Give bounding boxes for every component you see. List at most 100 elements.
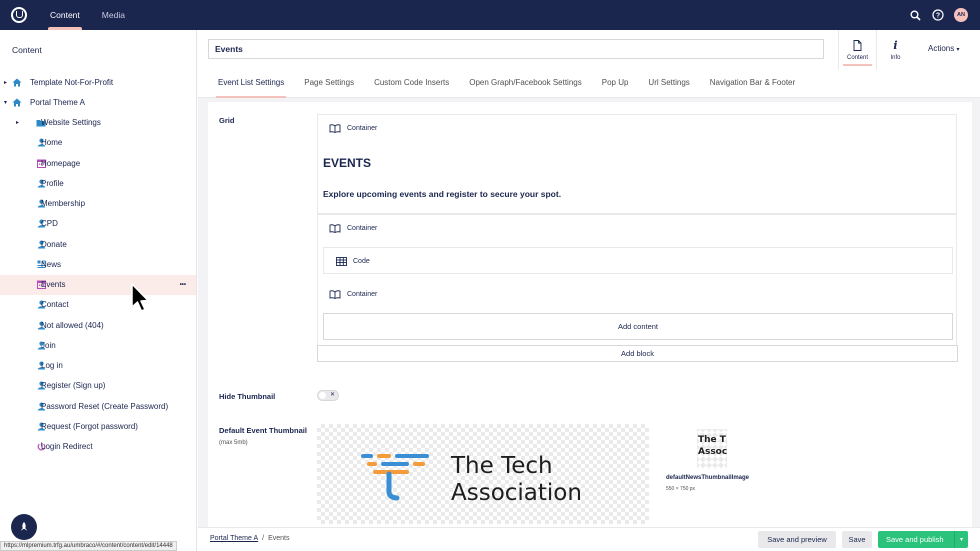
tree-item-label: Register (Sign up) xyxy=(41,381,106,391)
hide-thumbnail-toggle[interactable] xyxy=(317,390,339,401)
events-heading: EVENTS xyxy=(323,156,372,170)
thumbnail-file-size: 550 × 750 px xyxy=(666,486,696,492)
actions-label: Actions xyxy=(928,44,955,53)
topnav-media[interactable]: Media xyxy=(91,0,136,30)
tree-item-label: CPD xyxy=(41,219,58,229)
tree-item-template-not-for-profit[interactable]: ▸ Template Not-For-Profit xyxy=(0,72,196,92)
tab-navigation-bar-footer[interactable]: Navigation Bar & Footer xyxy=(700,72,805,98)
info-icon: i xyxy=(893,38,898,52)
umbraco-logo-icon[interactable] xyxy=(11,7,27,23)
small-logo-line1: The T xyxy=(698,435,726,445)
tab-page-settings[interactable]: Page Settings xyxy=(294,72,364,98)
user-avatar[interactable]: AN xyxy=(954,8,968,22)
content-apps: Content i Info xyxy=(838,30,914,70)
logo-text-line1: The Tech xyxy=(451,453,553,479)
tree-item-log-in[interactable]: Log in xyxy=(0,356,196,376)
book-icon xyxy=(329,224,341,233)
breadcrumb-current: Events xyxy=(268,535,290,542)
tree-item-label: Contact xyxy=(41,300,69,310)
code-block[interactable]: Code xyxy=(323,247,953,274)
add-content-button[interactable]: Add content xyxy=(323,313,953,340)
table-icon xyxy=(336,257,347,266)
document-icon xyxy=(853,39,862,51)
tree-item-home[interactable]: Home xyxy=(0,133,196,153)
container-label: Container xyxy=(347,225,378,232)
container-label: Container xyxy=(347,291,378,298)
tree-item-label: Request (Forgot password) xyxy=(41,421,138,431)
tab-url-settings[interactable]: Url Settings xyxy=(638,72,699,98)
svg-text:?: ? xyxy=(936,13,940,20)
tree-item-membership[interactable]: Membership xyxy=(0,194,196,214)
app-info-label: Info xyxy=(890,54,901,61)
hide-thumbnail-label: Hide Thumbnail xyxy=(219,392,276,401)
tree-item-events[interactable]: Events ••• xyxy=(0,274,196,295)
tab-event-list-settings[interactable]: Event List Settings xyxy=(208,72,294,98)
tree-item-label: Template Not-For-Profit xyxy=(30,77,114,87)
app-content[interactable]: Content xyxy=(838,30,876,70)
topnav-content[interactable]: Content xyxy=(39,0,91,30)
tree-item-label: Donate xyxy=(41,239,67,249)
tree-item-label: Login Redirect xyxy=(41,442,93,451)
tree-item-label: Website Settings xyxy=(41,118,101,127)
editor-main: Events Content i Info Actions ▾ Event Li… xyxy=(198,30,980,551)
save-button[interactable]: Save xyxy=(842,531,872,548)
node-name-input[interactable]: Events xyxy=(208,39,824,59)
add-block-button[interactable]: Add block xyxy=(317,345,958,362)
tree-item-password-reset-create-password[interactable]: Password Reset (Create Password) xyxy=(0,396,196,416)
more-options-icon[interactable]: ••• xyxy=(180,282,186,288)
mouse-cursor-icon xyxy=(131,283,149,312)
code-label: Code xyxy=(353,258,370,265)
tree-item-label: Profile xyxy=(41,178,64,188)
content-tree-sidebar: Content ▸ Template Not-For-Profit ▾ Portal … xyxy=(0,30,197,551)
tree-item-label: Homepage xyxy=(41,158,81,168)
tree-item-label: Portal Theme A xyxy=(30,97,85,107)
tree-item-not-allowed-404[interactable]: Not allowed (404) xyxy=(0,315,196,335)
tree-item-label: Password Reset (Create Password) xyxy=(41,401,169,411)
tree-item-label: News xyxy=(41,259,62,269)
tree-item-donate[interactable]: Donate xyxy=(0,234,196,254)
small-logo-line2: Assoc xyxy=(698,447,727,457)
tree-item-profile[interactable]: Profile xyxy=(0,173,196,193)
thumbnail-small-image[interactable]: The T Assoc xyxy=(697,429,727,469)
app-info[interactable]: i Info xyxy=(876,30,914,70)
grid-container-block[interactable]: Container EVENTS Explore upcoming events… xyxy=(317,114,957,214)
tree-item-request-forgot-password[interactable]: Request (Forgot password) xyxy=(0,416,196,436)
tab-pop-up[interactable]: Pop Up xyxy=(592,72,639,98)
tree-item-portal-theme-a[interactable]: ▾ Portal Theme A xyxy=(0,92,196,112)
caret-right-icon[interactable]: ▸ xyxy=(4,79,7,86)
tree-item-website-settings[interactable]: ▸ Website Settings xyxy=(0,113,196,133)
tree-item-news[interactable]: News xyxy=(0,254,196,274)
sidebar-title: Content xyxy=(12,45,42,55)
book-icon xyxy=(329,124,341,133)
grid-container-block-2[interactable]: Container xyxy=(329,224,377,233)
rocket-icon xyxy=(21,522,27,531)
tree-item-cpd[interactable]: CPD xyxy=(0,214,196,234)
save-and-publish-button[interactable]: Save and publish ▾ xyxy=(878,531,968,548)
caret-right-icon[interactable]: ▸ xyxy=(16,119,19,126)
tree-item-register-sign-up[interactable]: Register (Sign up) xyxy=(0,376,196,396)
help-drawer-button[interactable] xyxy=(11,514,37,540)
tree-item-label: Membership xyxy=(41,199,86,208)
tree-item-login-redirect[interactable]: Login Redirect xyxy=(0,437,196,457)
events-subtitle: Explore upcoming events and register to … xyxy=(323,189,562,199)
grid-container-block-3[interactable]: Container xyxy=(329,290,377,299)
caret-down-icon: ▾ xyxy=(956,47,960,53)
tree-item-join[interactable]: Join xyxy=(0,335,196,355)
save-and-preview-button[interactable]: Save and preview xyxy=(758,531,836,548)
grid-label: Grid xyxy=(219,116,235,125)
actions-menu-button[interactable]: Actions ▾ xyxy=(928,44,959,53)
tab-custom-code-inserts[interactable]: Custom Code Inserts xyxy=(364,72,459,98)
help-icon[interactable]: ? xyxy=(931,8,945,22)
caret-down-icon[interactable]: ▾ xyxy=(4,99,7,106)
breadcrumb-parent-link[interactable]: Portal Theme A xyxy=(210,535,258,542)
tree-item-contact[interactable]: Contact xyxy=(0,295,196,315)
save-and-publish-label: Save and publish xyxy=(886,535,944,544)
publish-options-caret-icon[interactable]: ▾ xyxy=(954,531,968,548)
tree-item-homepage[interactable]: Homepage xyxy=(0,153,196,173)
top-bar: Content Media ? AN xyxy=(0,0,980,30)
tab-open-graph-facebook-settings[interactable]: Open Graph/Facebook Settings xyxy=(459,72,592,98)
editor-header: Events Content i Info Actions ▾ Event Li… xyxy=(198,30,980,98)
search-icon[interactable] xyxy=(908,8,922,22)
thumbnail-preview-image[interactable]: The Tech Association xyxy=(317,424,649,524)
home-icon xyxy=(12,97,22,107)
